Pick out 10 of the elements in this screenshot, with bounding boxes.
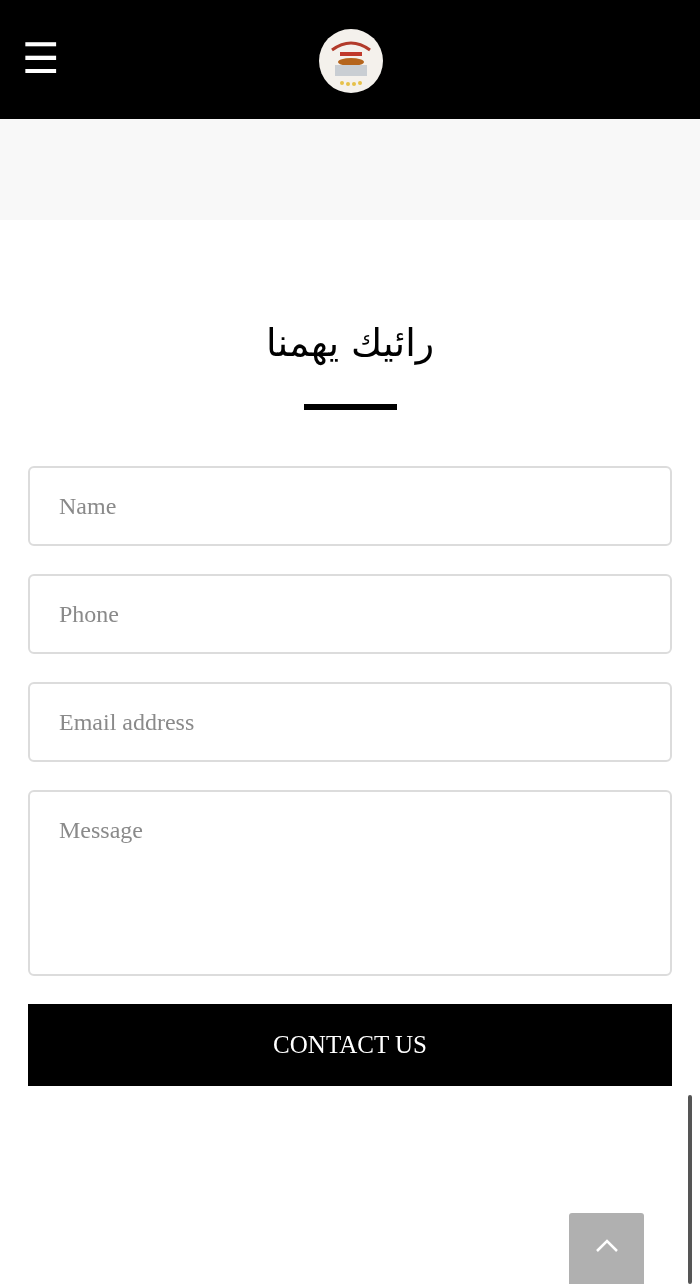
menu-button[interactable]: ☰ — [22, 38, 60, 80]
logo-icon — [318, 28, 384, 94]
contact-button[interactable]: CONTACT US — [28, 1004, 672, 1086]
input-field[interactable]: Name — [28, 466, 672, 546]
chevron-up-icon — [594, 1239, 619, 1253]
section-heading: رائيك يهمنا — [265, 320, 435, 368]
input-field[interactable]: Phone — [28, 574, 672, 654]
message-field[interactable]: Message — [28, 790, 672, 976]
scroll-top-button[interactable] — [569, 1213, 644, 1284]
input-field[interactable]: Email address — [28, 682, 672, 762]
